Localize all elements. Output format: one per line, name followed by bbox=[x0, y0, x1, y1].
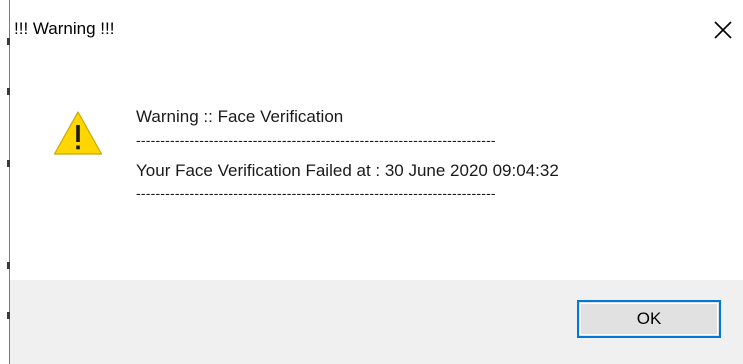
close-button[interactable] bbox=[705, 12, 741, 48]
title-bar: !!! Warning !!! bbox=[10, 0, 743, 60]
message-separator: ----------------------------------------… bbox=[136, 185, 496, 201]
message-heading: Warning :: Face Verification bbox=[136, 107, 344, 126]
message-area: Warning :: Face Verification -----------… bbox=[10, 60, 743, 280]
ok-button-label: OK bbox=[636, 309, 662, 328]
ok-button[interactable]: OK bbox=[577, 300, 721, 338]
dialog-title: !!! Warning !!! bbox=[14, 19, 115, 38]
message-body: Your Face Verification Failed at : 30 Ju… bbox=[136, 161, 559, 180]
button-bar: OK bbox=[10, 280, 743, 364]
message-separator: ----------------------------------------… bbox=[136, 132, 496, 148]
close-icon bbox=[714, 21, 732, 39]
warning-triangle-icon bbox=[53, 111, 103, 155]
warning-dialog: !!! Warning !!! Warning :: Face Verifica… bbox=[0, 0, 743, 364]
